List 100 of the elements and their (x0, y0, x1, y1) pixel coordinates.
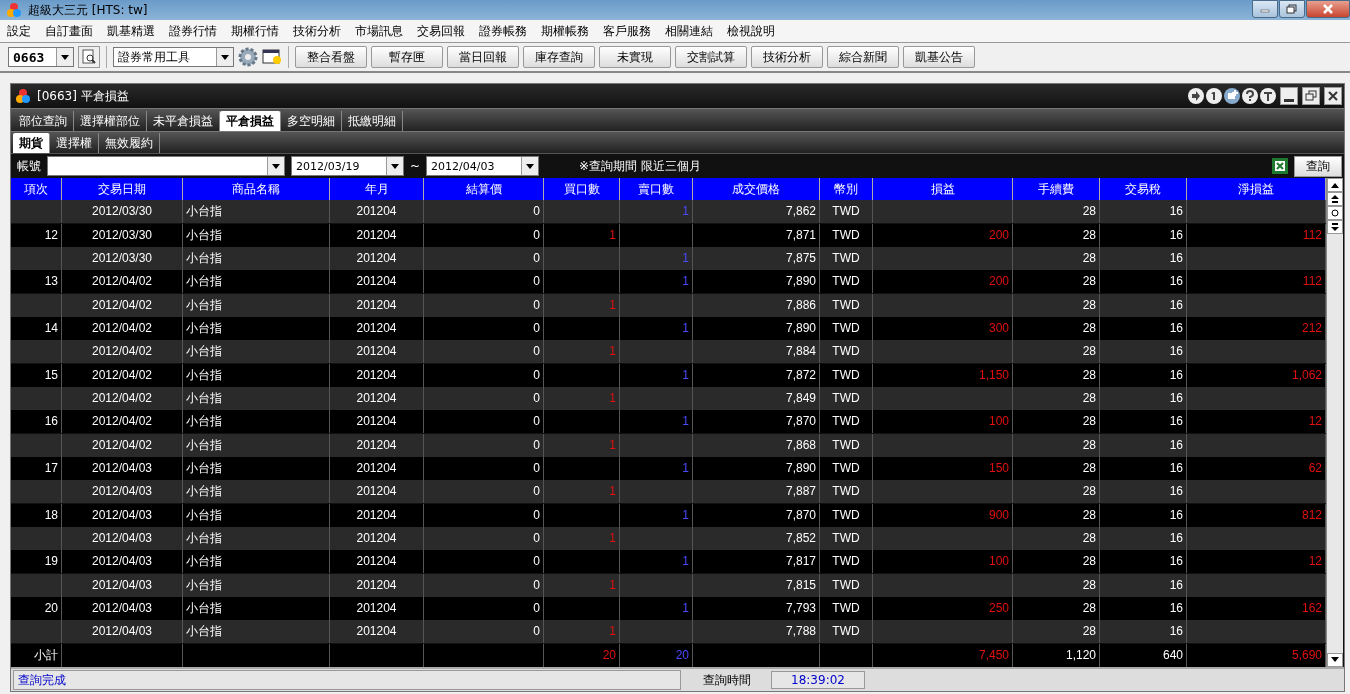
code-field[interactable]: 0663 (8, 47, 74, 67)
tab[interactable]: 期貨 (13, 133, 50, 153)
add-window-icon[interactable] (1224, 88, 1240, 104)
table-cell: 640 (1100, 643, 1187, 667)
minimize-button[interactable] (1280, 87, 1298, 105)
menu-item[interactable]: 期權帳務 (534, 22, 596, 40)
tab[interactable]: 平倉損益 (220, 111, 281, 131)
table-cell: 7,884 (693, 340, 820, 364)
table-cell: 7,849 (693, 387, 820, 410)
table-cell: 100 (873, 550, 1013, 574)
scroll-bottom-button[interactable] (1327, 220, 1343, 234)
column-header[interactable]: 賣口數 (620, 178, 693, 200)
table-cell: 7,871 (693, 223, 820, 247)
table-cell: 201204 (330, 363, 424, 387)
scrollbar[interactable] (1326, 178, 1343, 667)
scroll-down-button[interactable] (1327, 653, 1343, 667)
menu-item[interactable]: 檢視說明 (720, 22, 782, 40)
menu-item[interactable]: 證券帳務 (472, 22, 534, 40)
table-cell: 201204 (330, 387, 424, 410)
number-one-icon[interactable] (1206, 88, 1222, 104)
column-header[interactable]: 年月 (330, 178, 424, 200)
menu-item[interactable]: 交易回報 (410, 22, 472, 40)
table-cell: TWD (820, 457, 873, 480)
query-button[interactable]: 查詢 (1294, 155, 1342, 177)
account-dropdown[interactable] (47, 156, 285, 176)
new-window-icon[interactable] (262, 48, 282, 66)
menu-item[interactable]: 證券行情 (162, 22, 224, 40)
status-message: 查詢完成 (13, 670, 681, 690)
table-cell: 28 (1013, 223, 1100, 247)
table-cell: 200 (873, 270, 1013, 294)
menu-item[interactable]: 技術分析 (286, 22, 348, 40)
table-cell: 小台指 (183, 573, 330, 597)
table-cell: 1 (620, 457, 693, 480)
menu-item[interactable]: 期權行情 (224, 22, 286, 40)
toolbar-button[interactable]: 凱基公告 (903, 46, 975, 68)
date-from-dropdown[interactable]: 2012/03/19 (291, 156, 404, 176)
menu-item[interactable]: 客戶服務 (596, 22, 658, 40)
column-header[interactable]: 買口數 (544, 178, 620, 200)
table-cell: TWD (820, 503, 873, 527)
table-cell: 201204 (330, 223, 424, 247)
scroll-up-button[interactable] (1327, 178, 1343, 192)
restore-button[interactable] (1279, 0, 1305, 18)
help-icon[interactable] (1242, 88, 1258, 104)
table-cell: 1 (544, 527, 620, 550)
restore-icon (1286, 4, 1298, 14)
toolbar-button[interactable]: 當日回報 (447, 46, 519, 68)
table-cell: 201204 (330, 480, 424, 504)
table-cell: 7,870 (693, 410, 820, 434)
table-cell: 1 (620, 363, 693, 387)
close-button[interactable] (1324, 87, 1342, 105)
column-header[interactable]: 結算價 (424, 178, 544, 200)
table-cell: 2012/04/03 (62, 457, 183, 480)
column-header[interactable]: 項次 (11, 178, 62, 200)
table-cell: 16 (1100, 433, 1187, 457)
table-cell: 7,450 (873, 643, 1013, 667)
spreadsheet-icon[interactable] (1272, 158, 1288, 174)
table-cell: 20 (620, 643, 693, 667)
table-cell: TWD (820, 363, 873, 387)
toolbar-button[interactable]: 交割試算 (675, 46, 747, 68)
table-cell: 16 (1100, 620, 1187, 644)
column-header[interactable]: 成交價格 (693, 178, 820, 200)
column-header[interactable]: 交易稅 (1100, 178, 1187, 200)
scroll-top-button[interactable] (1327, 192, 1343, 206)
menu-item[interactable]: 自訂畫面 (38, 22, 100, 40)
table-cell: 0 (424, 387, 544, 410)
scroll-middle-button[interactable] (1327, 206, 1343, 220)
toolbar-button[interactable]: 庫存查詢 (523, 46, 595, 68)
settings-icon[interactable] (238, 47, 258, 67)
column-header[interactable]: 淨損益 (1187, 178, 1326, 200)
column-header[interactable]: 損益 (873, 178, 1013, 200)
column-header[interactable]: 交易日期 (62, 178, 183, 200)
search-icon[interactable] (78, 46, 100, 68)
table-cell: 201204 (330, 433, 424, 457)
menu-item[interactable]: 設定 (0, 22, 38, 40)
table-cell: 16 (1100, 550, 1187, 574)
t-icon[interactable] (1260, 88, 1276, 104)
restore-button[interactable] (1302, 87, 1320, 105)
table-cell: 201204 (330, 340, 424, 364)
toolbar-button[interactable]: 未實現 (599, 46, 671, 68)
toolbar-button[interactable]: 暫存匣 (371, 46, 443, 68)
table-cell: 7,875 (693, 247, 820, 270)
menu-item[interactable]: 凱基精選 (100, 22, 162, 40)
toolbar-button[interactable]: 整合看盤 (295, 46, 367, 68)
column-header[interactable]: 商品名稱 (183, 178, 330, 200)
tool-dropdown[interactable]: 證券常用工具 (113, 47, 234, 67)
date-to-dropdown[interactable]: 2012/04/03 (426, 156, 540, 176)
column-header[interactable]: 幣別 (820, 178, 873, 200)
table-cell (11, 340, 62, 364)
table-cell: 2012/04/03 (62, 620, 183, 644)
column-header[interactable]: 手續費 (1013, 178, 1100, 200)
table-cell: 20 (544, 643, 620, 667)
table-cell: 1 (620, 270, 693, 294)
toolbar-button[interactable]: 綜合新聞 (827, 46, 899, 68)
table-cell (11, 387, 62, 410)
exit-icon[interactable] (1188, 88, 1204, 104)
close-button[interactable] (1306, 0, 1350, 18)
menu-item[interactable]: 市場訊息 (348, 22, 410, 40)
table-cell: 201204 (330, 527, 424, 550)
menu-item[interactable]: 相關連結 (658, 22, 720, 40)
toolbar-button[interactable]: 技術分析 (751, 46, 823, 68)
